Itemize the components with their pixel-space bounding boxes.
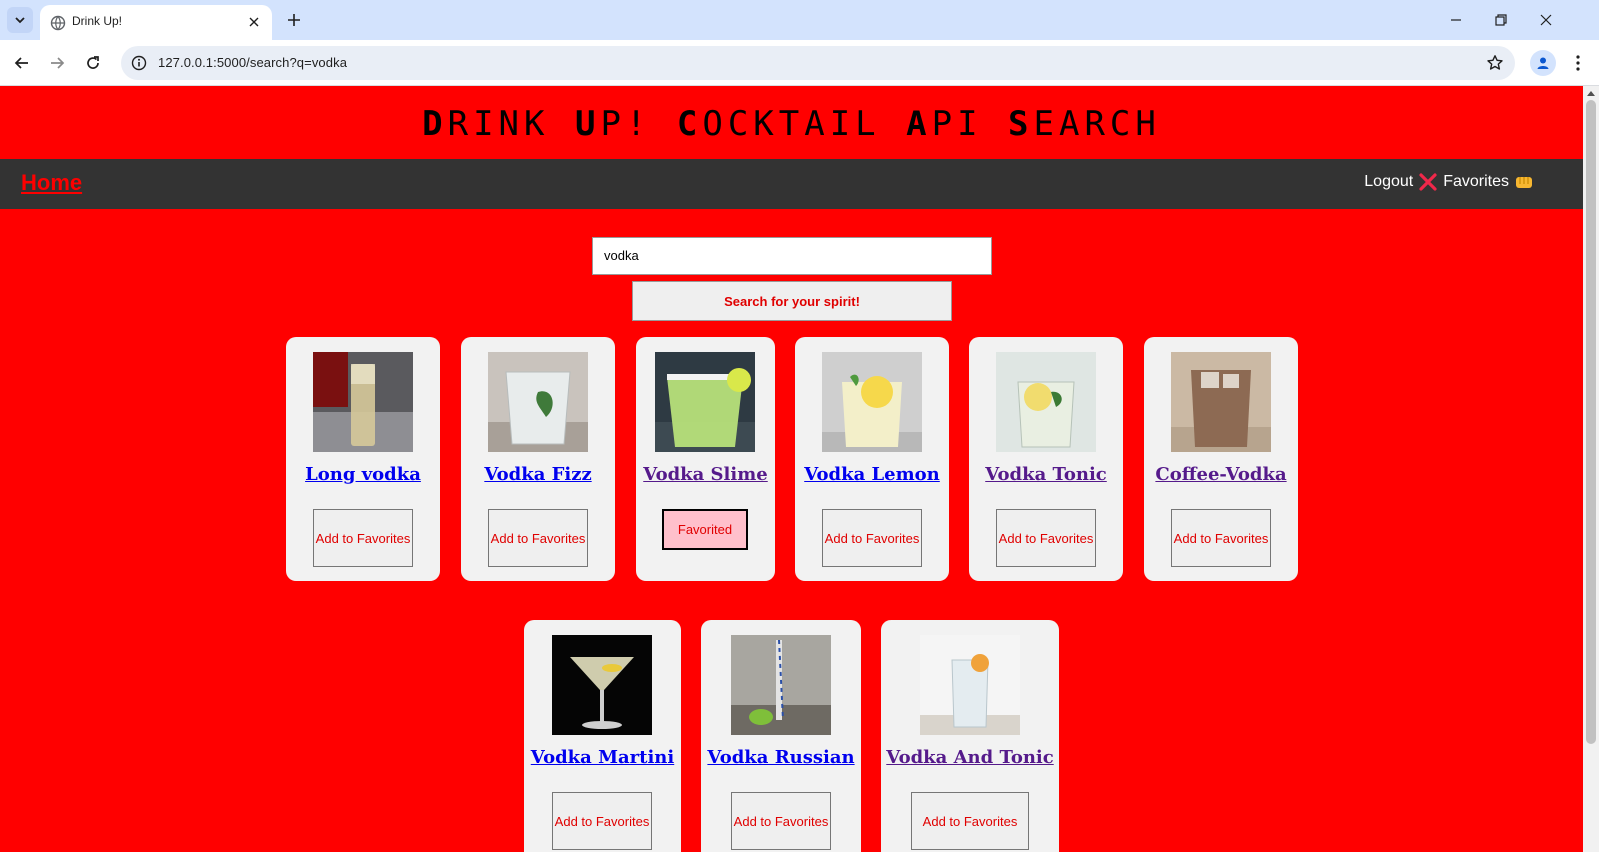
title-cap-letter: C	[676, 104, 703, 144]
tab-search-button[interactable]	[7, 7, 33, 33]
add-to-favorites-button[interactable]: Add to Favorites	[996, 509, 1096, 567]
plus-icon	[288, 14, 300, 26]
drink-name-link[interactable]: Vodka Martini	[524, 747, 681, 768]
close-icon	[1540, 14, 1552, 26]
drink-card: Vodka Slime Favorited	[636, 337, 775, 581]
drink-name-link[interactable]: Coffee-Vodka	[1144, 464, 1298, 485]
nav-right: Logout Favorites	[1364, 173, 1533, 191]
site-title: DRINK UP! COCKTAIL API SEARCH	[0, 104, 1583, 144]
search-button[interactable]: Search for your spirit!	[632, 281, 952, 321]
drink-card: Vodka Russian Add to Favorites	[701, 620, 861, 852]
title-cap-letter: U	[574, 104, 601, 144]
favorited-button[interactable]: Favorited	[662, 509, 748, 550]
drink-image	[731, 635, 831, 735]
drink-image	[552, 635, 652, 735]
drink-name-link[interactable]: Vodka Tonic	[969, 464, 1123, 485]
add-to-favorites-button[interactable]: Add to Favorites	[911, 792, 1029, 850]
tab-strip: Drink Up!	[0, 0, 1599, 40]
drink-image	[822, 352, 922, 452]
browser-toolbar: 127.0.0.1:5000/search?q=vodka	[0, 40, 1599, 86]
drink-name-link[interactable]: Vodka And Tonic	[881, 747, 1059, 768]
globe-icon	[50, 15, 66, 31]
page-viewport: DRINK UP! COCKTAIL API SEARCH Home Logou…	[0, 86, 1583, 852]
drink-name-link[interactable]: Long vodka	[286, 464, 440, 485]
close-icon	[249, 17, 259, 27]
scroll-up-arrow-icon[interactable]	[1583, 86, 1599, 100]
cross-mark-icon	[1419, 173, 1437, 191]
add-to-favorites-button[interactable]: Add to Favorites	[731, 792, 831, 850]
title-cap-letter: D	[422, 104, 448, 144]
drink-image	[920, 635, 1020, 735]
drink-image	[996, 352, 1096, 452]
drink-card: Vodka Martini Add to Favorites	[524, 620, 681, 852]
drink-image	[655, 352, 755, 452]
title-cap-letter: S	[1008, 104, 1034, 144]
arrow-left-icon	[14, 57, 28, 69]
chevron-down-icon	[15, 17, 25, 24]
minimize-button[interactable]	[1441, 8, 1471, 32]
add-to-favorites-button[interactable]: Add to Favorites	[1171, 509, 1271, 567]
favorites-link[interactable]: Favorites	[1443, 173, 1509, 191]
person-icon	[1537, 57, 1549, 69]
drink-card: Long vodka Add to Favorites	[286, 337, 440, 581]
site-info-icon[interactable]	[129, 53, 149, 73]
home-link[interactable]: Home	[21, 170, 82, 196]
restore-icon	[1495, 14, 1507, 26]
browser-tab[interactable]: Drink Up!	[40, 5, 272, 40]
profile-avatar-button[interactable]	[1530, 50, 1556, 76]
title-word-rest: P!	[600, 104, 677, 144]
reload-icon	[87, 56, 99, 69]
drink-card: Vodka Tonic Add to Favorites	[969, 337, 1123, 581]
drink-card: Vodka Lemon Add to Favorites	[795, 337, 949, 581]
reload-button[interactable]	[80, 50, 106, 76]
arrow-right-icon	[51, 57, 65, 69]
drink-name-link[interactable]: Vodka Russian	[701, 747, 861, 768]
logout-link[interactable]: Logout	[1364, 173, 1413, 191]
back-button[interactable]	[9, 50, 35, 76]
title-cap-letter: A	[906, 104, 932, 144]
drink-image	[488, 352, 588, 452]
tab-title: Drink Up!	[72, 14, 123, 28]
drink-image	[1171, 352, 1271, 452]
drink-name-link[interactable]: Vodka Fizz	[461, 464, 615, 485]
drink-name-link[interactable]: Vodka Slime	[636, 464, 775, 485]
drink-card: Vodka Fizz Add to Favorites	[461, 337, 615, 581]
search-input[interactable]: vodka	[592, 237, 992, 275]
tab-close-button[interactable]	[246, 14, 262, 30]
title-word-rest: RINK	[447, 104, 575, 144]
add-to-favorites-button[interactable]: Add to Favorites	[822, 509, 922, 567]
drink-image	[313, 352, 413, 452]
url-text: 127.0.0.1:5000/search?q=vodka	[158, 55, 348, 70]
title-word-rest: OCKTAIL	[702, 104, 907, 144]
browser-menu-button[interactable]	[1568, 50, 1588, 76]
drink-card: Vodka And Tonic Add to Favorites	[881, 620, 1059, 852]
add-to-favorites-button[interactable]: Add to Favorites	[488, 509, 588, 567]
add-to-favorites-button[interactable]: Add to Favorites	[313, 509, 413, 567]
drink-card: Coffee-Vodka Add to Favorites	[1144, 337, 1298, 581]
forward-button[interactable]	[44, 50, 70, 76]
bookmark-star-icon[interactable]	[1485, 53, 1505, 73]
more-vert-icon	[1576, 55, 1580, 71]
scrollbar-thumb[interactable]	[1586, 100, 1596, 744]
add-to-favorites-button[interactable]: Add to Favorites	[552, 792, 652, 850]
restore-button[interactable]	[1486, 8, 1516, 32]
top-navbar: Home Logout Favorites	[0, 159, 1583, 209]
minimize-icon	[1451, 19, 1461, 21]
title-word-rest: EARCH	[1033, 104, 1161, 144]
page-scrollbar[interactable]	[1583, 86, 1599, 852]
drink-name-link[interactable]: Vodka Lemon	[795, 464, 949, 485]
address-bar[interactable]: 127.0.0.1:5000/search?q=vodka	[121, 46, 1515, 80]
new-tab-button[interactable]	[283, 9, 305, 31]
fist-icon	[1516, 177, 1532, 188]
close-window-button[interactable]	[1531, 8, 1561, 32]
title-word-rest: PI	[931, 104, 1009, 144]
